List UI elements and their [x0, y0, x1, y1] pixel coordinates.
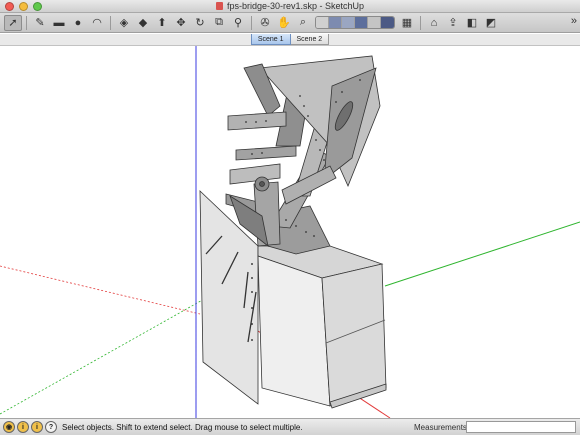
toolbar-divider	[251, 15, 252, 30]
move-tool[interactable]: ✥	[172, 15, 190, 31]
horizontal-strut-1	[227, 111, 287, 131]
info-icon[interactable]: i	[31, 421, 43, 433]
rectangle-tool[interactable]: ▬	[50, 15, 68, 31]
credits-icon[interactable]: i	[17, 421, 29, 433]
minimize-window-button[interactable]	[19, 2, 28, 11]
rotate-tool[interactable]: ↻	[191, 15, 209, 31]
tab-scene-2[interactable]: Scene 2	[290, 34, 330, 45]
zoom-window-button[interactable]	[33, 2, 42, 11]
tab-scene-1[interactable]: Scene 1	[250, 34, 291, 45]
pan-tool[interactable]: ✋	[275, 15, 293, 31]
green-axis-dotted	[0, 297, 207, 415]
pin-center	[259, 181, 265, 187]
get-models-tool[interactable]: ⌂	[425, 15, 443, 31]
styles-tool[interactable]: ◩	[482, 15, 500, 31]
standard-views-group	[315, 16, 395, 29]
arc-tool[interactable]: ◠	[88, 15, 106, 31]
status-message: Select objects. Shift to extend select. …	[62, 422, 303, 432]
geo-location-icon[interactable]: ◉	[3, 421, 15, 433]
help-icon[interactable]: ?	[45, 421, 57, 433]
eraser-tool[interactable]: ◈	[115, 15, 133, 31]
horizontal-strut-3	[229, 163, 281, 185]
green-axis	[384, 221, 580, 287]
circle-tool[interactable]: ●	[69, 15, 87, 31]
measurements-label: Measurements	[414, 423, 467, 432]
toolbar-divider	[420, 15, 421, 30]
window-title-group: fps-bridge-30-rev1.skp - SketchUp	[215, 1, 365, 11]
toolbar-divider	[26, 15, 27, 30]
right-view-button[interactable]	[355, 17, 368, 28]
document-icon	[215, 2, 223, 10]
model-canvas[interactable]	[0, 46, 580, 418]
zoom-tool[interactable]: ⌕	[294, 15, 312, 31]
select-tool[interactable]: ➚	[4, 14, 22, 31]
orbit-tool[interactable]: ✇	[256, 15, 274, 31]
top-view-button[interactable]	[329, 17, 342, 28]
window-title: fps-bridge-30-rev1.skp - SketchUp	[226, 1, 365, 11]
share-model-tool[interactable]: ⇪	[444, 15, 462, 31]
iso-view-button[interactable]	[316, 17, 329, 28]
horizontal-strut-2	[235, 145, 297, 161]
measurements-input[interactable]	[466, 421, 576, 433]
push-pull-tool[interactable]: ⬆	[153, 15, 171, 31]
front-view-button[interactable]	[342, 17, 355, 28]
offset-tool[interactable]: ⧉	[210, 15, 228, 31]
scene-tabs-bar: Scene 1 Scene 2	[0, 34, 580, 46]
toolbar-overflow-button[interactable]: »	[571, 15, 577, 27]
tape-measure-tool[interactable]: ⚲	[229, 15, 247, 31]
main-toolbar: ➚ ✎ ▬ ● ◠ ◈ ◆ ⬆ ✥ ↻ ⧉ ⚲ ✇ ✋ ⌕ ▦ ⌂ ⇪ ◧ ◩ …	[0, 13, 580, 33]
window-controls	[5, 2, 42, 11]
toolbar-divider	[110, 15, 111, 30]
status-bar: ◉ i i ? Select objects. Shift to extend …	[0, 418, 580, 435]
title-bar: fps-bridge-30-rev1.skp - SketchUp	[0, 0, 580, 13]
bridge-model[interactable]	[199, 55, 387, 409]
close-window-button[interactable]	[5, 2, 14, 11]
model-viewport[interactable]	[0, 46, 580, 418]
red-axis-dotted	[0, 265, 201, 315]
pier-right-face	[321, 263, 387, 407]
section-tool[interactable]: ▦	[398, 15, 416, 31]
paint-tool[interactable]: ◆	[134, 15, 152, 31]
back-view-button[interactable]	[368, 17, 381, 28]
pencil-tool[interactable]: ✎	[31, 15, 49, 31]
component-tool[interactable]: ◧	[463, 15, 481, 31]
pier-front-face	[257, 255, 331, 407]
left-view-button[interactable]	[381, 17, 394, 28]
scene-tabs: Scene 1 Scene 2	[250, 34, 330, 45]
